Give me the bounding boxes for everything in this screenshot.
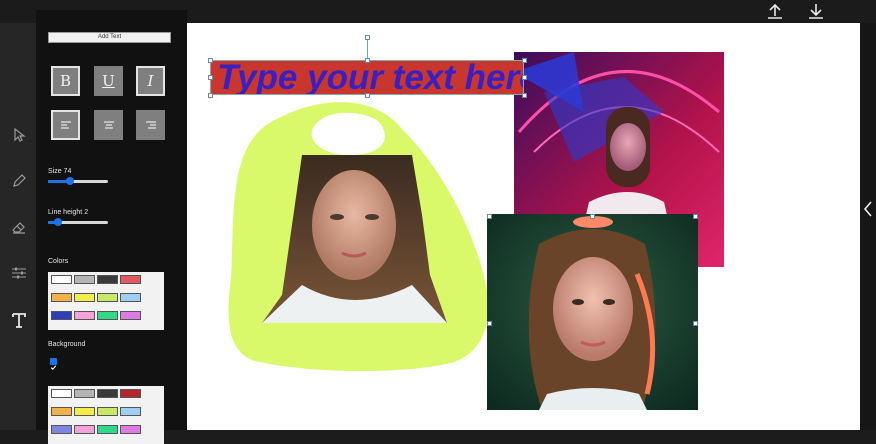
text-color-swatch[interactable]: [51, 311, 72, 320]
line-height-label: Line height 2: [48, 209, 89, 216]
background-color-swatch[interactable]: [120, 389, 141, 398]
checkmark-icon: [50, 365, 57, 371]
bold-button[interactable]: B: [51, 66, 80, 96]
text-color-swatch[interactable]: [74, 275, 95, 284]
background-color-swatch[interactable]: [51, 407, 72, 416]
rotate-handle[interactable]: [365, 35, 370, 40]
align-right-button[interactable]: [136, 110, 165, 140]
resize-handle[interactable]: [487, 214, 492, 219]
text-color-swatch[interactable]: [97, 311, 118, 320]
background-color-swatch[interactable]: [51, 389, 72, 398]
glowing-portrait-photo[interactable]: [487, 214, 698, 410]
sliders-icon[interactable]: [9, 263, 29, 283]
text-color-swatch[interactable]: [74, 293, 95, 302]
download-icon[interactable]: [806, 2, 826, 20]
background-color-swatch[interactable]: [97, 389, 118, 398]
align-center-icon: [103, 121, 114, 129]
chevron-left-icon[interactable]: [862, 200, 874, 218]
align-center-button[interactable]: [94, 110, 123, 140]
text-color-swatch[interactable]: [120, 311, 141, 320]
background-checkbox[interactable]: [50, 358, 57, 371]
text-panel: Add Text B U I Size 74 Line height 2 Col…: [36, 10, 187, 444]
resize-handle[interactable]: [693, 214, 698, 219]
text-color-swatch[interactable]: [51, 293, 72, 302]
text-color-swatch[interactable]: [74, 311, 95, 320]
size-label: Size 74: [48, 168, 72, 175]
resize-handle[interactable]: [693, 321, 698, 326]
background-color-palette: [48, 386, 164, 444]
resize-handle[interactable]: [208, 58, 213, 63]
align-left-button[interactable]: [51, 110, 80, 140]
tool-rail: [0, 23, 36, 430]
resize-handle[interactable]: [522, 75, 527, 80]
size-slider[interactable]: [48, 177, 108, 185]
resize-handle[interactable]: [365, 93, 370, 98]
text-tool-icon[interactable]: [9, 310, 29, 330]
align-left-icon: [60, 121, 71, 129]
resize-handle[interactable]: [365, 58, 370, 63]
right-rail: [860, 23, 876, 430]
upload-icon[interactable]: [765, 2, 785, 20]
canvas-text-box[interactable]: Type your text here: [210, 60, 524, 95]
cutout-portrait-image[interactable]: [262, 155, 447, 323]
background-color-swatch[interactable]: [74, 389, 95, 398]
italic-button[interactable]: I: [136, 66, 165, 96]
resize-handle[interactable]: [208, 75, 213, 80]
text-color-swatch[interactable]: [97, 275, 118, 284]
colors-label: Colors: [48, 258, 69, 265]
background-color-swatch[interactable]: [74, 407, 95, 416]
align-right-icon: [145, 121, 156, 129]
italic-label: I: [147, 72, 154, 90]
eraser-icon[interactable]: [9, 217, 29, 237]
resize-handle[interactable]: [590, 214, 595, 219]
text-color-swatch[interactable]: [51, 275, 72, 284]
line-height-slider[interactable]: [48, 218, 108, 226]
resize-handle[interactable]: [208, 93, 213, 98]
background-label: Background: [48, 341, 86, 348]
resize-handle[interactable]: [522, 58, 527, 63]
line-height-slider-thumb[interactable]: [54, 218, 62, 226]
background-color-swatch[interactable]: [97, 407, 118, 416]
text-color-swatch[interactable]: [97, 293, 118, 302]
editor-canvas[interactable]: Type your text here: [187, 23, 860, 430]
resize-handle[interactable]: [487, 321, 492, 326]
underline-label: U: [102, 72, 115, 90]
background-color-swatch[interactable]: [120, 407, 141, 416]
size-slider-thumb[interactable]: [66, 177, 74, 185]
pencil-icon[interactable]: [9, 171, 29, 191]
text-color-swatch[interactable]: [120, 293, 141, 302]
select-arrow-icon[interactable]: [9, 125, 29, 145]
add-text-button[interactable]: Add Text: [48, 32, 171, 43]
text-color-palette: [48, 272, 164, 330]
bold-label: B: [59, 72, 72, 90]
text-color-swatch[interactable]: [120, 275, 141, 284]
resize-handle[interactable]: [522, 93, 527, 98]
underline-button[interactable]: U: [94, 66, 123, 96]
